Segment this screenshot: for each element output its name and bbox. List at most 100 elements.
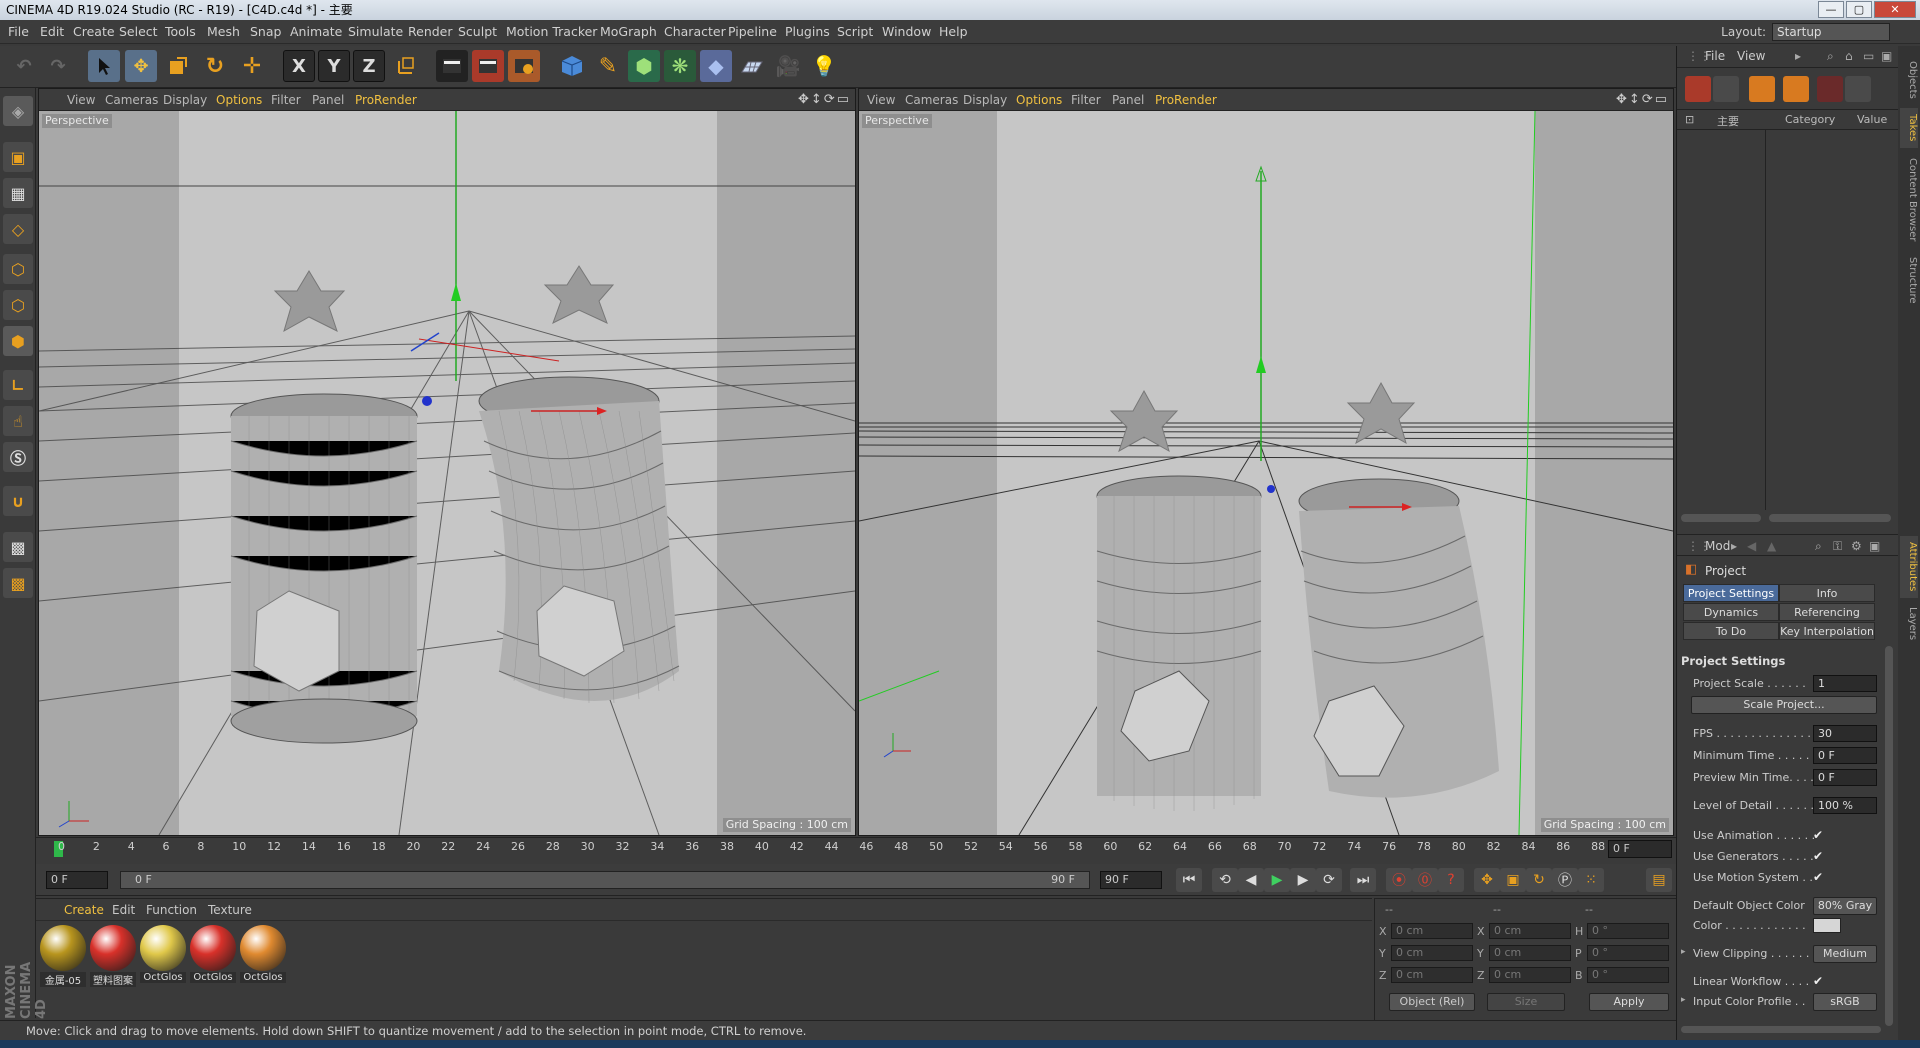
menu-file[interactable]: File: [8, 20, 29, 44]
mat-menu-function[interactable]: Function: [146, 899, 197, 921]
make-editable-icon[interactable]: ◈: [3, 96, 33, 126]
rotation-p-field[interactable]: 0 °: [1587, 945, 1669, 961]
material-swatch[interactable]: OctGlos: [190, 925, 236, 985]
lock-take-icon[interactable]: [1845, 76, 1871, 102]
scale-tool-icon[interactable]: [162, 50, 194, 82]
coordinate-mode-dropdown[interactable]: Object (Rel): [1389, 993, 1475, 1011]
tab-project-settings[interactable]: Project Settings: [1683, 584, 1779, 602]
start-frame-field[interactable]: 0 F: [46, 871, 108, 889]
timeline-window-icon[interactable]: ▤: [1646, 868, 1672, 892]
horizontal-scrollbar[interactable]: [1681, 514, 1761, 522]
x-axis-lock-button[interactable]: X: [283, 50, 315, 82]
expand-arrow-icon[interactable]: ▸: [1681, 995, 1686, 1005]
deformer-icon[interactable]: ◆: [700, 50, 732, 82]
snap-icon[interactable]: ∪: [3, 486, 33, 516]
vp2-menu-prorender[interactable]: ProRender: [1155, 89, 1217, 111]
level-of-detail-input[interactable]: 100 %: [1813, 797, 1877, 814]
side-tab-objects[interactable]: Objects: [1900, 56, 1918, 104]
minimize-panel-icon[interactable]: ▭: [1863, 49, 1874, 63]
view-clipping-dropdown[interactable]: Medium: [1813, 945, 1877, 963]
goto-end-icon[interactable]: ⏭: [1350, 868, 1376, 892]
menu-simulate[interactable]: Simulate: [348, 20, 403, 44]
subdivision-surface-icon[interactable]: ⬢: [628, 50, 660, 82]
scale-project-button[interactable]: Scale Project...: [1691, 696, 1877, 714]
use-animation-checkbox[interactable]: ✔: [1813, 828, 1823, 842]
search-icon[interactable]: ⌕: [1815, 539, 1822, 554]
menu-window[interactable]: Window: [882, 20, 931, 44]
use-motion-system-checkbox[interactable]: ✔: [1813, 870, 1823, 884]
lock-icon[interactable]: ⚿: [1833, 539, 1842, 554]
viewport-right-scene[interactable]: Perspective Grid Spacing : 100 cm: [859, 111, 1673, 835]
lock-workplane-icon[interactable]: ▩: [3, 532, 33, 562]
viewport-right[interactable]: View Cameras Display Options Filter Pane…: [858, 88, 1674, 836]
menu-mesh[interactable]: Mesh: [207, 20, 240, 44]
next-frame-icon[interactable]: ▶: [1290, 868, 1316, 892]
minimum-time-input[interactable]: 0 F: [1813, 747, 1877, 764]
menu-render[interactable]: Render: [408, 20, 453, 44]
obj-menu-view[interactable]: View: [1737, 49, 1765, 63]
render-settings-icon[interactable]: [508, 50, 540, 82]
key-pla-icon[interactable]: ⁙: [1578, 868, 1604, 892]
minimize-button[interactable]: —: [1818, 1, 1844, 18]
size-z-field[interactable]: 0 cm: [1489, 967, 1571, 983]
mat-menu-texture[interactable]: Texture: [208, 899, 252, 921]
render-to-picture-viewer-icon[interactable]: [472, 50, 504, 82]
floor-icon[interactable]: [736, 50, 768, 82]
new-take-icon[interactable]: [1685, 76, 1711, 102]
default-object-color-dropdown[interactable]: 80% Gray: [1813, 897, 1877, 915]
solo-mode-icon[interactable]: Ⓢ: [3, 442, 33, 472]
vp1-menu-options[interactable]: Options: [216, 89, 262, 111]
y-axis-lock-button[interactable]: Y: [318, 50, 350, 82]
vp2-menu-cameras[interactable]: Cameras: [905, 89, 958, 111]
spline-pen-icon[interactable]: ✎: [592, 50, 624, 82]
fps-input[interactable]: 30: [1813, 725, 1877, 742]
previous-frame-icon[interactable]: ◀: [1238, 868, 1264, 892]
preview-range-slider[interactable]: 0 F 90 F: [120, 871, 1090, 889]
record-keys-icon[interactable]: ⦿: [1386, 868, 1412, 892]
menu-sculpt[interactable]: Sculpt: [458, 20, 497, 44]
obj-menu-file[interactable]: File: [1705, 49, 1725, 63]
more-menu-icon[interactable]: ▸: [1795, 49, 1801, 63]
value-column-header[interactable]: Value: [1857, 113, 1887, 126]
key-position-icon[interactable]: ✥: [1474, 868, 1500, 892]
settings-icon[interactable]: ⚙: [1851, 539, 1862, 553]
menu-animate[interactable]: Animate: [290, 20, 342, 44]
layout-dropdown[interactable]: Startup: [1772, 23, 1890, 41]
end-frame-field[interactable]: 90 F: [1100, 871, 1162, 889]
keyframe-selection-icon[interactable]: ?: [1438, 868, 1464, 892]
material-swatch[interactable]: 塑料图案: [90, 925, 136, 987]
color-swatch[interactable]: [1813, 918, 1841, 933]
side-tab-takes[interactable]: Takes: [1900, 108, 1918, 148]
vp2-menu-display[interactable]: Display: [963, 89, 1007, 111]
tab-dynamics[interactable]: Dynamics: [1683, 603, 1779, 621]
up-arrow-icon[interactable]: ▲: [1767, 539, 1776, 553]
vp1-menu-prorender[interactable]: ProRender: [355, 89, 417, 111]
light-icon[interactable]: 💡: [808, 50, 840, 82]
menu-edit[interactable]: Edit: [40, 20, 64, 44]
menu-mograph[interactable]: MoGraph: [600, 20, 657, 44]
project-scale-input[interactable]: 1: [1813, 675, 1877, 692]
tweak-mode-icon[interactable]: ☝: [3, 406, 33, 436]
vp2-menu-options[interactable]: Options: [1016, 89, 1062, 111]
mat-menu-edit[interactable]: Edit: [112, 899, 135, 921]
position-y-field[interactable]: 0 cm: [1391, 945, 1473, 961]
menu-snap[interactable]: Snap: [250, 20, 281, 44]
goto-start-icon[interactable]: ⏮: [1176, 868, 1202, 892]
expand-arrow-icon[interactable]: ▸: [1681, 947, 1686, 957]
close-panel-icon[interactable]: ▣: [1881, 49, 1892, 63]
input-color-profile-dropdown[interactable]: sRGB: [1813, 993, 1877, 1011]
auto-keying-icon[interactable]: ⓪: [1412, 868, 1438, 892]
rotate-tool-icon[interactable]: ↻: [199, 50, 231, 82]
live-selection-icon[interactable]: ✛: [236, 50, 268, 82]
rotation-h-field[interactable]: 0 °: [1587, 923, 1669, 939]
menu-tools[interactable]: Tools: [165, 20, 196, 44]
menu-create[interactable]: Create: [73, 20, 115, 44]
edges-mode-icon[interactable]: ⬡: [3, 290, 33, 320]
polygons-mode-icon[interactable]: ⬢: [3, 326, 33, 356]
undo-icon[interactable]: ↶: [8, 50, 40, 82]
clone-take-icon[interactable]: [1713, 76, 1739, 102]
size-mode-dropdown[interactable]: Size: [1487, 993, 1565, 1011]
vp2-menu-view[interactable]: View: [867, 89, 895, 111]
menu-script[interactable]: Script: [837, 20, 873, 44]
previous-key-icon[interactable]: ⟲: [1212, 868, 1238, 892]
